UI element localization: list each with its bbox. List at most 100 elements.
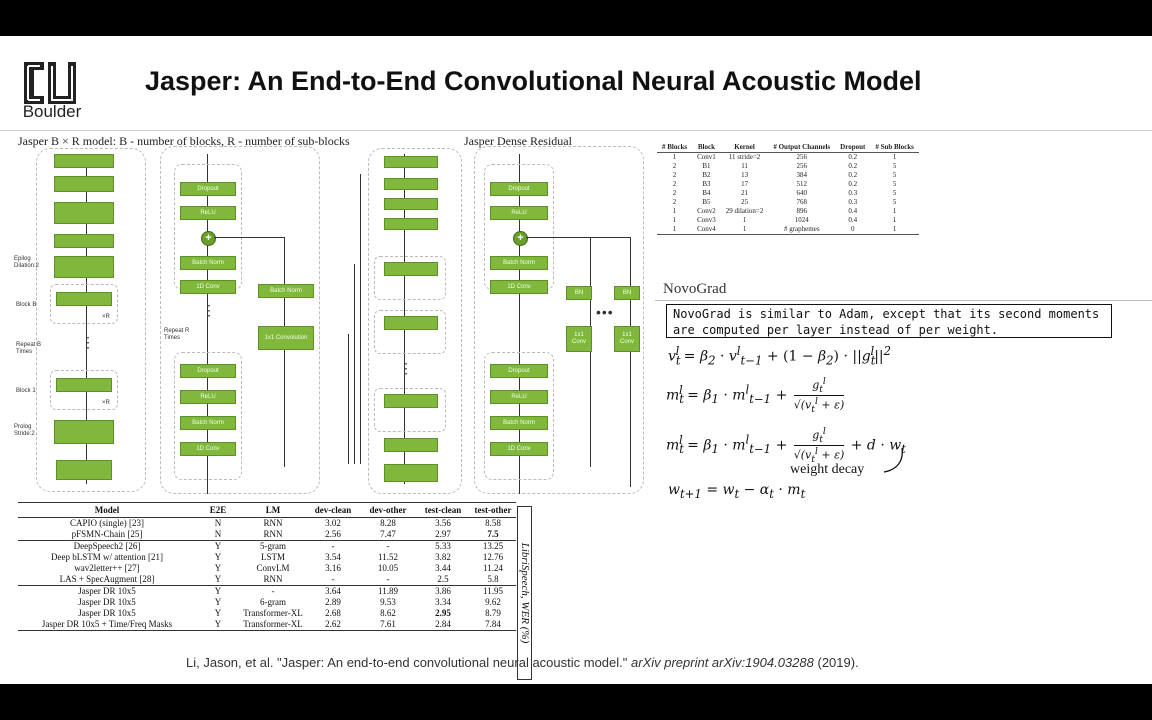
conv1d-box: 1D Conv (180, 280, 236, 294)
wer-table-cell: RNN (263, 574, 283, 584)
conv-block-3 (54, 202, 114, 224)
arch-table-cell: 1 (870, 225, 919, 235)
wer-table-cell: ConvLM (256, 563, 290, 573)
arch-table-cell: 512 (796, 180, 808, 188)
dropout-box: Dropout (180, 182, 236, 196)
arch-table-cell: 0.2 (848, 162, 858, 170)
wer-table-cell: 3.34 (435, 597, 451, 607)
arch-table-cell: 13 (741, 171, 749, 179)
citation-year: (2019). (817, 655, 859, 670)
arch-table-cell: 5 (892, 189, 897, 197)
wer-table-cell: 8.28 (380, 518, 396, 528)
wer-table-row: Jasper DR 10x5 Y Transformer-XL 2.68 8.62 2.9… (18, 608, 516, 619)
arch-table-header: # Sub Blocks (870, 142, 919, 153)
wer-table-row: wav2letter++ [27] Y ConvLM 3.16 10.05 3.44 11.… (18, 563, 516, 574)
dropout-box: Dropout (180, 364, 236, 378)
arch-table-cell: 256 (796, 162, 808, 170)
dense-block-mid-box (384, 316, 438, 330)
wer-table-cell: - (240, 585, 306, 597)
wer-table-row: CAPIO (single) [23] N RNN 3.02 8.28 3.56 8.58 (18, 518, 516, 530)
wer-table-header: test-clean (416, 502, 470, 518)
wer-table-cell: 2.95 (435, 608, 451, 618)
conv1d-box: 1D Conv (490, 442, 548, 456)
block-1 (56, 378, 112, 392)
slide: Boulder Jasper: An End-to-End Convolutio… (0, 36, 1152, 684)
novograd-divider (655, 300, 1152, 301)
wer-table-cell: Transformer-XL (240, 619, 306, 631)
arch-table-cell: 21 (741, 189, 749, 197)
wer-table-cell: 11.95 (470, 585, 516, 597)
wer-table-cell: 9.62 (485, 597, 501, 607)
conv-block-4 (54, 176, 114, 192)
arch-table-cell: 1024 (794, 216, 809, 224)
wer-table-cell: - (306, 540, 360, 552)
prolog-label: Prolog Stride:2 (14, 424, 35, 437)
wer-table-cell: Y (214, 552, 222, 562)
arch-table-cell: 256 (796, 153, 808, 161)
arch-table-row: 2 B4 21 640 0.3 5 (657, 189, 919, 198)
ellipsis: ••• (596, 304, 614, 320)
arch-table-cell: 29 dilation=2 (725, 207, 764, 215)
relu-box: ReLU (180, 390, 236, 404)
wer-table-header: dev-other (360, 502, 416, 518)
wer-table-cell: 3.02 (325, 518, 341, 528)
ellipsis: ⋮ (81, 334, 96, 350)
arch-table-cell: 2 (672, 162, 677, 170)
wer-table-cell: 5-gram (240, 540, 306, 552)
wer-table-cell: 12.76 (482, 552, 504, 562)
wer-table-cell: 8.58 (485, 518, 501, 528)
wer-table-cell: Y (214, 608, 222, 618)
wer-table-row: Deep bLSTM w/ attention [21] Y LSTM 3.54 11.… (18, 552, 516, 563)
arch-table-cell: 2 (672, 180, 677, 188)
wer-table-cell: 5.8 (487, 574, 499, 584)
wer-table-cell: 8.62 (380, 608, 396, 618)
wer-table-cell: N (214, 529, 222, 539)
conv-block-2 (54, 234, 114, 248)
arch-table-cell: 11 (741, 162, 748, 170)
batch-norm-box: Batch Norm (490, 416, 548, 430)
wer-table-cell: 13.25 (470, 540, 516, 552)
arch-table-cell: # graphemes (768, 225, 836, 235)
equation-weight-update: wt+1 = wt − αt · mt (668, 482, 806, 501)
dense-conv-1: 1x1 Conv (566, 326, 592, 352)
arch-table-row: 1 Conv4 1 # graphemes 0 1 (657, 225, 919, 235)
weight-decay-arrow-icon (883, 447, 903, 473)
residual-bn-box: Batch Norm (258, 284, 314, 298)
wer-table-cell: 3.16 (325, 563, 341, 573)
output-block (54, 154, 114, 168)
block-b (56, 292, 112, 306)
arch-table-cell: 1 (720, 225, 769, 235)
arch-table-header: Kernel (720, 142, 769, 153)
relu-box: ReLU (180, 206, 236, 220)
architecture-table: # Blocks Block Kernel # Output Channels Drop… (657, 142, 919, 235)
arch-table-row: 1 Conv1 11 stride=2 256 0.2 1 (657, 153, 919, 163)
arch-table-row: 2 B1 11 256 0.2 5 (657, 162, 919, 171)
arch-table-cell: 0.4 (848, 207, 858, 215)
wer-table-cell: Y (196, 619, 240, 631)
block-1-repeat: ×R (102, 400, 110, 406)
arch-table-cell: 5 (892, 198, 897, 206)
arch-table-cell: B5 (702, 198, 711, 206)
block-1-label: Block 1 (16, 388, 36, 394)
arch-table-cell: 0.4 (848, 216, 858, 224)
wer-table-cell: 7.61 (360, 619, 416, 631)
wer-model-cell: wav2letter++ [27] (74, 563, 140, 573)
wer-table-cell: Y (214, 574, 222, 584)
arch-table-cell: 0.3 (848, 189, 858, 197)
wer-table-cell: 11.52 (378, 552, 398, 562)
wer-model-cell: DeepSpeech2 [26] (18, 540, 196, 552)
equation-second-moment: vtl = β2 · vlt−1 + (1 − β2) · ||gtl||2 (668, 344, 892, 368)
arch-table-cell: 25 (741, 198, 749, 206)
wer-model-cell: CAPIO (single) [23] (70, 518, 144, 528)
wer-table-row: Jasper DR 10x5 Y -3.64 11.89 3.86 11.95 (18, 585, 516, 597)
wer-table-cell: 2.56 (325, 529, 341, 539)
wer-table-cell: 7.5 (487, 529, 499, 539)
dense-block-b-box (384, 262, 438, 276)
wer-table-cell: 3.54 (325, 552, 341, 562)
conv1d-box: 1D Conv (180, 442, 236, 456)
arch-table-cell: 0.2 (848, 180, 858, 188)
repeat-b-label: Repeat B Times (16, 342, 42, 355)
wer-table-cell: RNN (263, 529, 283, 539)
wer-table-cell: 2.89 (325, 597, 341, 607)
wer-table-cell: Transformer-XL (243, 608, 303, 618)
